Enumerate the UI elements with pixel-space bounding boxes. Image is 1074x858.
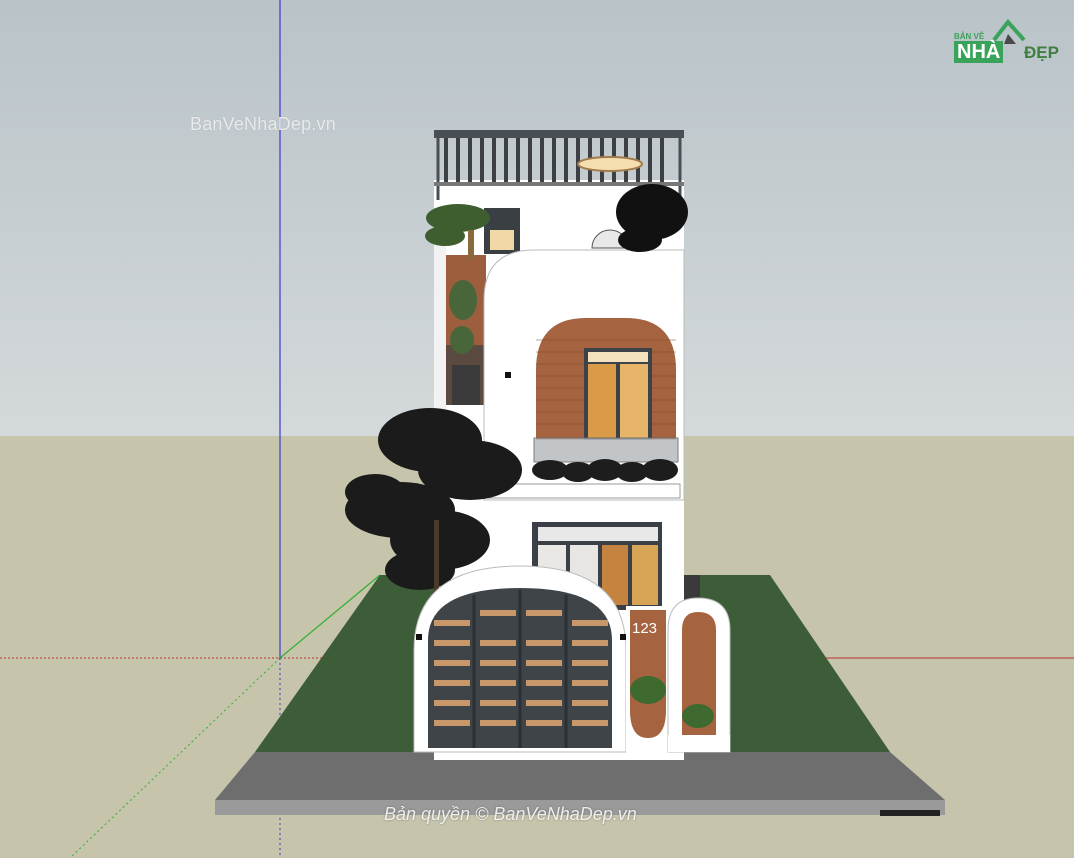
house-model[interactable] xyxy=(0,0,1074,858)
sketchup-viewport[interactable]: BanVeNhaDep.vn Bản quyền © BanVeNhaDep.v… xyxy=(0,0,1074,858)
green-axis-dotted xyxy=(69,657,281,858)
road-marker xyxy=(880,810,940,816)
watermark-text: BanVeNhaDep.vn xyxy=(190,114,336,134)
balcony-plants xyxy=(532,459,678,482)
gate-light-right xyxy=(620,634,626,640)
logo-main-text: NHÀ xyxy=(954,41,1004,63)
copyright-text: Bản quyền © BanVeNhaDep.vn xyxy=(384,804,637,824)
site-logo: BẢN VẼ NHÀ ĐẸP xyxy=(950,12,1070,72)
pergola-beam xyxy=(434,130,684,138)
u-fence-brick xyxy=(682,612,716,752)
wall-light-upper xyxy=(505,372,511,378)
gate-light-left xyxy=(416,634,422,640)
roof-light xyxy=(577,156,643,172)
house-number: 123 xyxy=(632,620,658,637)
pillar-plant xyxy=(630,676,666,704)
logo-suffix-text: ĐẸP xyxy=(1024,43,1059,62)
logo-top-text: BẢN VẼ xyxy=(954,32,985,41)
balcony-glass xyxy=(533,437,679,463)
